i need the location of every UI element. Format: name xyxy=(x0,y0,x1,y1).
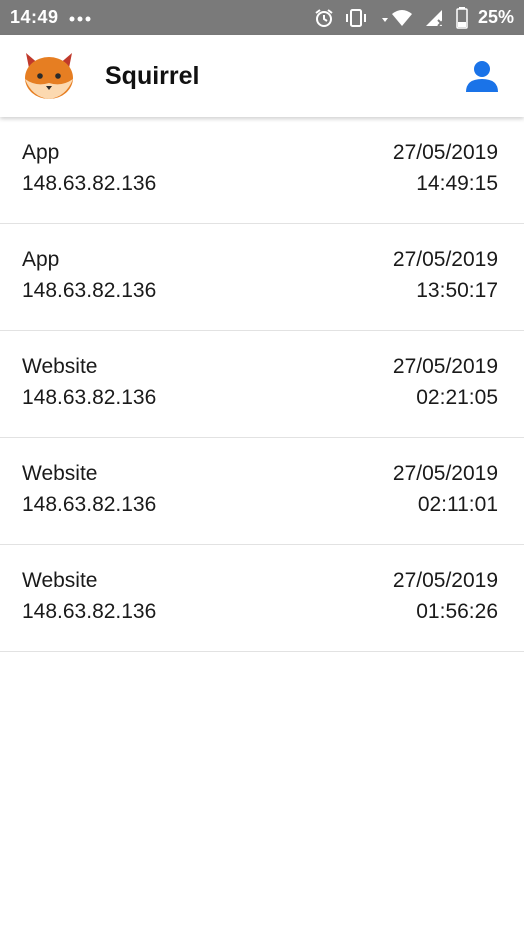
session-time: 02:21:05 xyxy=(416,386,498,409)
session-left: App 148.63.82.136 xyxy=(22,248,156,303)
session-right: 27/05/2019 02:21:05 xyxy=(393,355,498,410)
app-title: Squirrel xyxy=(105,61,200,90)
dots-icon xyxy=(69,10,93,26)
session-source: Website xyxy=(22,569,98,592)
session-date: 27/05/2019 xyxy=(392,248,498,271)
session-time: 14:49:15 xyxy=(416,172,498,195)
session-right: 27/05/2019 01:56:26 xyxy=(393,569,498,624)
signal-icon xyxy=(424,8,446,28)
session-row[interactable]: App 148.63.82.136 27/05/2019 14:49:15 xyxy=(0,117,524,224)
fox-logo-icon xyxy=(22,51,76,101)
session-source: Website xyxy=(22,462,98,485)
session-ip: 148.63.82.136 xyxy=(22,172,157,195)
status-time: 14:49 xyxy=(10,7,59,27)
session-left: App 148.63.82.136 xyxy=(22,141,156,196)
session-time: 13:50:17 xyxy=(416,279,498,302)
session-left: Website 148.63.82.136 xyxy=(22,569,156,624)
session-right: 27/05/2019 14:49:15 xyxy=(393,141,498,196)
alarm-icon xyxy=(314,8,334,28)
session-ip: 148.63.82.136 xyxy=(22,600,157,623)
session-ip: 148.63.82.136 xyxy=(22,386,157,409)
session-date: 27/05/2019 xyxy=(392,355,498,378)
session-row[interactable]: Website 148.63.82.136 27/05/2019 02:21:0… xyxy=(0,331,524,438)
session-source: Website xyxy=(22,355,98,378)
person-icon[interactable] xyxy=(462,56,502,96)
session-source: App xyxy=(22,248,60,271)
vibrate-icon xyxy=(344,8,368,28)
session-row[interactable]: Website 148.63.82.136 27/05/2019 02:11:0… xyxy=(0,438,524,545)
session-ip: 148.63.82.136 xyxy=(22,493,157,516)
wifi-icon xyxy=(378,8,414,28)
session-right: 27/05/2019 02:11:01 xyxy=(393,462,498,517)
session-source: App xyxy=(22,141,60,164)
battery-icon xyxy=(456,6,468,29)
session-list: App 148.63.82.136 27/05/2019 14:49:15 Ap… xyxy=(0,117,524,652)
session-time: 01:56:26 xyxy=(416,600,498,623)
status-bar-right: 25% xyxy=(314,6,514,29)
session-date: 27/05/2019 xyxy=(392,462,498,485)
session-time: 02:11:01 xyxy=(417,493,498,516)
session-left: Website 148.63.82.136 xyxy=(22,462,156,517)
session-row[interactable]: App 148.63.82.136 27/05/2019 13:50:17 xyxy=(0,224,524,331)
app-bar: Squirrel xyxy=(0,35,524,117)
status-bar: 14:49 25% xyxy=(0,0,524,35)
session-date: 27/05/2019 xyxy=(392,141,498,164)
session-left: Website 148.63.82.136 xyxy=(22,355,156,410)
session-right: 27/05/2019 13:50:17 xyxy=(393,248,498,303)
session-row[interactable]: Website 148.63.82.136 27/05/2019 01:56:2… xyxy=(0,545,524,652)
session-ip: 148.63.82.136 xyxy=(22,279,157,302)
status-bar-left: 14:49 xyxy=(10,7,93,28)
session-date: 27/05/2019 xyxy=(392,569,498,592)
battery-percent: 25% xyxy=(477,7,514,27)
